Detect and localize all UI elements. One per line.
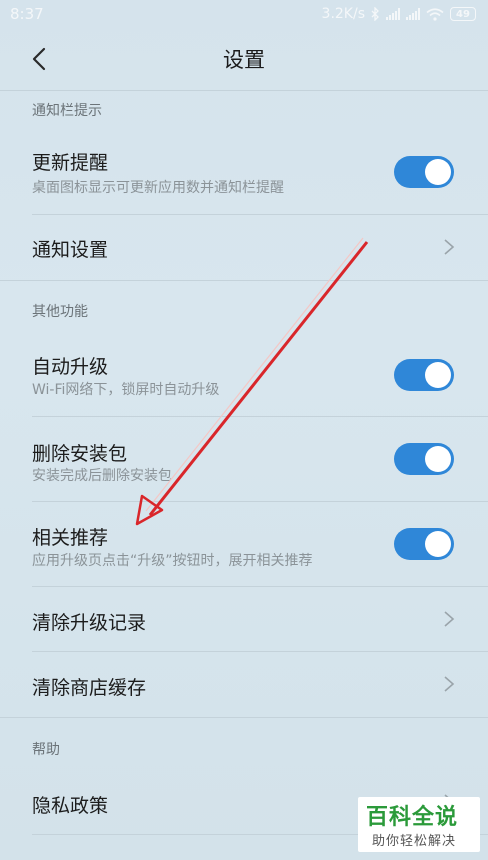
row-title: 清除商店缓存 (32, 677, 147, 699)
toggle-knob (425, 362, 451, 388)
setting-row-notification-settings[interactable]: 通知设置 (0, 215, 488, 279)
setting-row-related-recommendations[interactable]: 相关推荐 应用升级页点击“升级”按钮时，展开相关推荐 (0, 502, 488, 586)
row-title: 删除安装包 (32, 443, 128, 465)
section-divider (0, 280, 488, 281)
row-title: 隐私政策 (32, 795, 109, 817)
section-header-notifications: 通知栏提示 (32, 103, 102, 119)
status-time: 8:37 (10, 5, 44, 23)
row-subtitle: 应用升级页点击“升级”按钮时，展开相关推荐 (32, 553, 313, 569)
setting-row-auto-upgrade[interactable]: 自动升级 Wi-Fi网络下，锁屏时自动升级 (0, 332, 488, 416)
chevron-right-icon (444, 676, 455, 692)
status-bar: 8:37 3.2K/s 49 (0, 0, 488, 28)
toggle-knob (425, 446, 451, 472)
setting-row-clear-upgrade-history[interactable]: 清除升级记录 (0, 587, 488, 651)
signal-icon (406, 8, 420, 20)
section-divider (0, 90, 488, 91)
chevron-right-icon (444, 611, 455, 627)
row-title: 相关推荐 (32, 527, 109, 549)
auto-upgrade-toggle[interactable] (394, 359, 454, 391)
wifi-icon (426, 7, 444, 21)
section-header-help: 帮助 (32, 742, 60, 758)
delete-package-toggle[interactable] (394, 443, 454, 475)
bluetooth-icon (371, 7, 379, 21)
back-button[interactable] (26, 46, 52, 72)
update-reminder-toggle[interactable] (394, 156, 454, 188)
battery-icon: 49 (450, 7, 476, 21)
status-icons: 3.2K/s 49 (322, 6, 476, 22)
toggle-knob (425, 159, 451, 185)
watermark-line2: 助你轻松解决 (372, 834, 457, 849)
row-subtitle: 安装完成后删除安装包 (32, 468, 172, 484)
chevron-right-icon (444, 239, 455, 255)
watermark-line1: 百科全说 (366, 805, 459, 830)
row-title: 更新提醒 (32, 152, 109, 174)
section-divider (0, 717, 488, 718)
title-bar: 设置 (0, 28, 488, 90)
related-recommendations-toggle[interactable] (394, 528, 454, 560)
setting-row-delete-package[interactable]: 删除安装包 安装完成后删除安装包 (0, 417, 488, 501)
page-title: 设置 (223, 48, 265, 72)
setting-row-clear-store-cache[interactable]: 清除商店缓存 (0, 652, 488, 716)
section-header-other-functions: 其他功能 (32, 304, 88, 320)
watermark-logo: 百科全说 助你轻松解决 (358, 797, 480, 852)
row-subtitle: Wi-Fi网络下，锁屏时自动升级 (32, 382, 220, 398)
row-title: 自动升级 (32, 356, 109, 378)
toggle-knob (425, 531, 451, 557)
chevron-left-icon (32, 47, 46, 71)
row-title: 通知设置 (32, 239, 109, 261)
signal-icon (386, 8, 400, 20)
row-title: 清除升级记录 (32, 612, 147, 634)
network-speed: 3.2K/s (321, 6, 365, 22)
row-subtitle: 桌面图标显示可更新应用数并通知栏提醒 (32, 180, 284, 196)
setting-row-update-reminder[interactable]: 更新提醒 桌面图标显示可更新应用数并通知栏提醒 (0, 130, 488, 214)
